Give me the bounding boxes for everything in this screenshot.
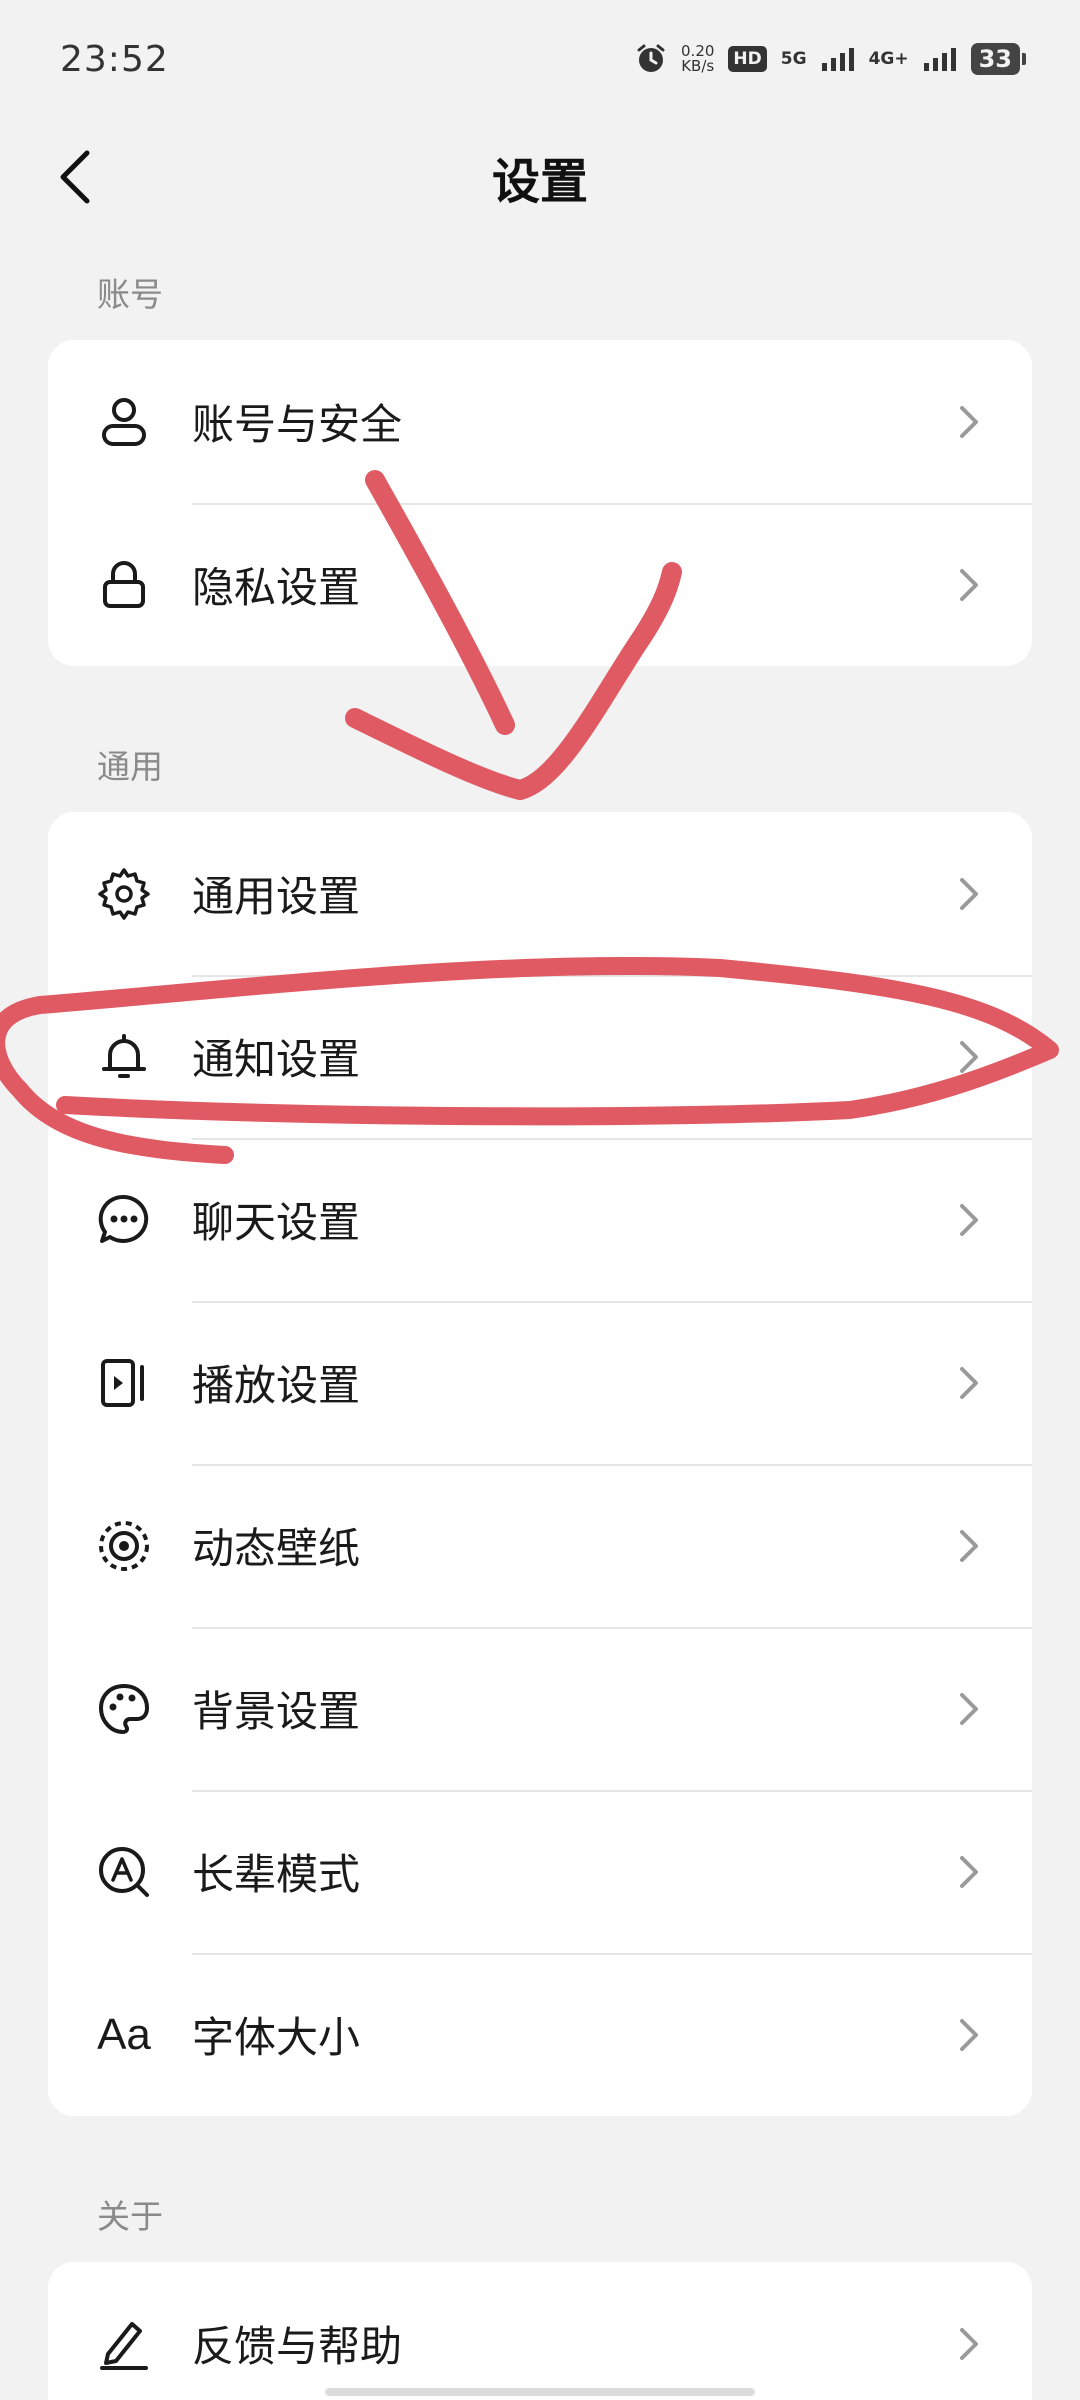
settings-item-label: 背景设置 [192, 1687, 361, 1736]
account-card: 账号与安全 隐私设置 [48, 340, 1032, 666]
settings-item-background[interactable]: 背景设置 [48, 1627, 1032, 1790]
network-speed-unit: KB/s [681, 57, 715, 75]
settings-item-label: 账号与安全 [192, 400, 403, 449]
top-app-bar: 设置 [0, 118, 1080, 236]
palette-icon [94, 1679, 154, 1739]
chevron-right-icon [960, 1692, 978, 1725]
alarm-icon [637, 44, 665, 72]
network-speed: 0.20 KB/s [681, 44, 714, 74]
page-title: 设置 [491, 154, 588, 210]
font-size-icon: Aa [94, 2005, 154, 2065]
about-card: 反馈与帮助 [48, 2262, 1032, 2400]
edit-pen-icon [94, 2314, 154, 2374]
settings-item-chat[interactable]: 聊天设置 [48, 1138, 1032, 1301]
chevron-right-icon [960, 405, 978, 438]
settings-item-dynamic-wallpaper[interactable]: 动态壁纸 [48, 1464, 1032, 1627]
chevron-right-icon [960, 1040, 978, 1073]
chevron-right-icon [960, 1366, 978, 1399]
status-time: 23:52 [60, 38, 169, 80]
home-indicator[interactable] [325, 2388, 755, 2396]
network-4g-label: 4G+ [868, 49, 909, 69]
elder-mode-icon [94, 1842, 154, 1902]
chevron-right-icon [960, 1203, 978, 1236]
section-label-about: 关于 [97, 2197, 163, 2236]
settings-item-label: 通用设置 [192, 872, 361, 921]
status-icons: 0.20 KB/s HD 5G 4G+ 33 [635, 43, 1027, 75]
back-button[interactable] [40, 142, 110, 212]
settings-item-label: 通知设置 [192, 1035, 361, 1084]
settings-item-notification[interactable]: 通知设置 [48, 975, 1032, 1138]
chat-bubble-icon [94, 1190, 154, 1250]
bell-icon [94, 1027, 154, 1087]
settings-item-privacy[interactable]: 隐私设置 [48, 503, 1032, 666]
settings-item-label: 隐私设置 [192, 563, 361, 612]
settings-item-elder-mode[interactable]: 长辈模式 [48, 1790, 1032, 1953]
hd-badge: HD [728, 46, 767, 72]
settings-item-label: 聊天设置 [192, 1198, 361, 1247]
status-bar: 23:52 0.20 KB/s HD 5G 4G+ 33 [0, 0, 1080, 118]
section-label-account: 账号 [97, 275, 163, 314]
person-icon [94, 392, 154, 452]
battery-indicator: 33 [970, 43, 1027, 75]
settings-item-label: 字体大小 [192, 2013, 361, 2062]
font-size-icon-text: Aa [97, 2009, 151, 2059]
chevron-right-icon [960, 1855, 978, 1888]
chevron-right-icon [960, 568, 978, 601]
settings-item-account-security[interactable]: 账号与安全 [48, 340, 1032, 503]
settings-item-feedback-help[interactable]: 反馈与帮助 [48, 2262, 1032, 2400]
chevron-right-icon [960, 2327, 978, 2360]
lock-icon [94, 555, 154, 615]
settings-item-font-size[interactable]: Aa 字体大小 [48, 1953, 1032, 2116]
settings-item-label: 动态壁纸 [192, 1524, 361, 1573]
network-5g-label: 5G [780, 49, 807, 69]
section-label-general: 通用 [97, 747, 163, 786]
general-card: 通用设置 通知设置 聊天设置 播放设置 动态壁纸 背景设置 长辈模式 Aa 字体… [48, 812, 1032, 2116]
play-icon [94, 1353, 154, 1413]
settings-item-label: 播放设置 [192, 1361, 361, 1410]
settings-item-playback[interactable]: 播放设置 [48, 1301, 1032, 1464]
settings-item-general[interactable]: 通用设置 [48, 812, 1032, 975]
settings-item-label: 长辈模式 [192, 1850, 361, 1899]
gear-icon [94, 864, 154, 924]
signal-bars-icon [923, 48, 956, 71]
signal-bars-icon [821, 48, 854, 71]
dynamic-wallpaper-icon [94, 1516, 154, 1576]
chevron-left-icon [60, 150, 90, 204]
settings-item-label: 反馈与帮助 [192, 2322, 403, 2371]
chevron-right-icon [960, 1529, 978, 1562]
chevron-right-icon [960, 877, 978, 910]
chevron-right-icon [960, 2018, 978, 2051]
